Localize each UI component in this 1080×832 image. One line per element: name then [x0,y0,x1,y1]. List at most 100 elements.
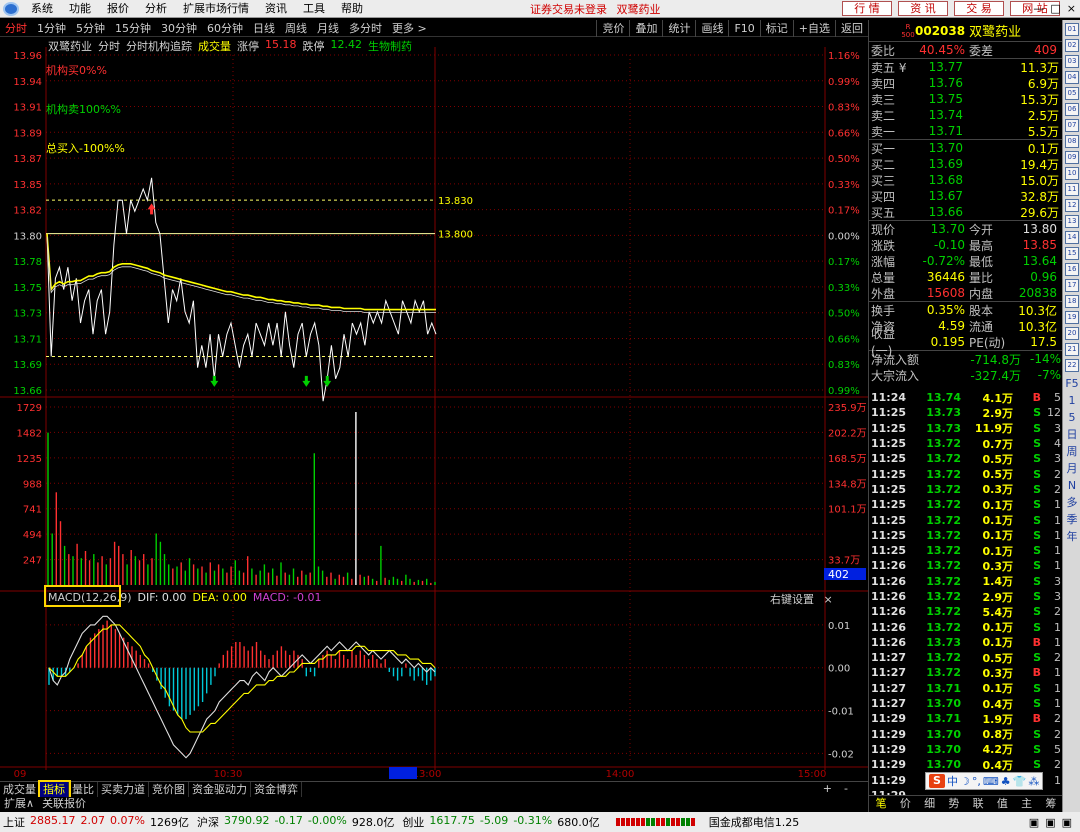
tab-volume[interactable]: 成交量 [0,782,40,797]
trade-button[interactable]: 交 易 [954,1,1004,16]
tool-auction[interactable]: 竞价 [596,19,629,37]
side-tool-icon[interactable]: 11 [1065,183,1079,196]
maximize-icon[interactable]: □ [1050,2,1060,15]
side-tool-icon[interactable]: 17 [1065,279,1079,292]
panel-tab[interactable]: 值 [990,796,1014,812]
tick-list[interactable]: 11:24 13.74 4.1万 B 5 11:25 13.73 2.9万 S 12 11:25 13… [869,390,1063,803]
side-period-button[interactable]: 多 [1063,494,1080,511]
minimize-icon[interactable]: — [1033,2,1044,15]
ime-toolbar[interactable]: S 中 ☽ °, ⌨ ♣ 👕 ⁂ [925,772,1044,790]
zoom-out-icon[interactable]: - [844,782,848,795]
ime-item-icon[interactable]: 中 [947,773,958,789]
panel-tab[interactable]: 势 [942,796,966,812]
side-tool-icon[interactable]: 18 [1065,295,1079,308]
side-tool-icon[interactable]: 01 [1065,23,1079,36]
side-tool-icon[interactable]: 20 [1065,327,1079,340]
menu-extended-market[interactable]: 扩展市场行情 [175,0,257,18]
quote-field-row[interactable]: 涨幅 -0.72% 最低 13.64 [869,253,1062,269]
quote-field-row[interactable]: 收益(一) 0.195 PE(动) 17.5 [869,327,1062,358]
ime-item-icon[interactable]: °, [972,775,981,788]
bid-level[interactable]: 买二 13.69 19.4万 [869,156,1062,172]
quote-field-row[interactable]: 外盘 15608 内盘 20838 [869,285,1062,301]
side-period-button[interactable]: 季 [1063,511,1080,528]
ask-level[interactable]: 卖三 13.75 15.3万 [869,91,1062,107]
panel-tab[interactable]: 联 [966,796,990,812]
tool-back[interactable]: 返回 [835,19,868,37]
panel-tab[interactable]: 价 [893,796,917,812]
side-tool-icon[interactable]: 07 [1065,119,1079,132]
news-button[interactable]: 资 讯 [898,1,948,16]
ask-level[interactable]: 卖五 ¥ 13.77 11.3万 [869,59,1062,75]
status-icon-2[interactable]: ▣ [1045,816,1055,829]
ask-level[interactable]: 卖四 13.76 6.9万 [869,75,1062,91]
panel-tab[interactable]: 细 [918,796,942,812]
menu-analysis[interactable]: 分析 [137,0,175,18]
side-tool-icon[interactable]: 05 [1065,87,1079,100]
tab-capital-game[interactable]: 资金博弈 [251,782,302,797]
side-period-button[interactable]: N [1063,477,1080,494]
period-more[interactable]: 更多 > [387,20,432,37]
zoom-in-icon[interactable]: + [823,782,832,795]
period-weekly[interactable]: 周线 [280,20,312,37]
quote-field-row[interactable]: 现价 13.70 今开 13.80 [869,221,1062,237]
tool-f10[interactable]: F10 [728,19,759,37]
side-period-button[interactable]: 1 [1063,392,1080,409]
ime-item-icon[interactable]: ☽ [960,775,970,788]
period-1min[interactable]: 1分钟 [32,20,71,37]
menu-help[interactable]: 帮助 [333,0,371,18]
side-tool-icon[interactable]: 10 [1065,167,1079,180]
menu-function[interactable]: 功能 [61,0,99,18]
tab-indicator[interactable]: 指标 [38,780,71,799]
sector-label[interactable]: 生物制药 [368,38,412,54]
side-period-button[interactable]: 5 [1063,409,1080,426]
tool-mark[interactable]: 标记 [759,19,793,37]
panel-tab[interactable]: 笔 [869,796,893,812]
side-tool-icon[interactable]: 14 [1065,231,1079,244]
side-tool-icon[interactable]: 08 [1065,135,1079,148]
menu-quote[interactable]: 报价 [99,0,137,18]
bid-level[interactable]: 买五 13.66 29.6万 [869,204,1062,220]
status-icon-1[interactable]: ▣ [1029,816,1039,829]
tab-auction-chart[interactable]: 竞价图 [149,782,189,797]
side-tool-icon[interactable]: 02 [1065,39,1079,52]
side-tool-icon[interactable]: 22 [1065,359,1079,372]
quote-button[interactable]: 行 情 [842,1,892,16]
quote-field-row[interactable]: 换手 0.35% 股本 10.3亿 [869,302,1062,318]
tool-add-watchlist[interactable]: +自选 [792,19,835,37]
menu-info[interactable]: 资讯 [257,0,295,18]
period-15min[interactable]: 15分钟 [110,20,156,37]
chart-tracker[interactable]: 分时机构追踪 [126,38,192,54]
status-icon-3[interactable]: ▣ [1062,816,1072,829]
side-tool-icon[interactable]: 09 [1065,151,1079,164]
bid-level[interactable]: 买三 13.68 15.0万 [869,172,1062,188]
side-tool-icon[interactable]: 19 [1065,311,1079,324]
side-tool-icon[interactable]: 21 [1065,343,1079,356]
tab-volume-ratio[interactable]: 量比 [69,782,98,797]
side-period-button[interactable]: 日 [1063,426,1080,443]
period-multi-day[interactable]: 多分时 [344,20,387,37]
ime-item-icon[interactable]: ⁂ [1028,775,1039,788]
index-hs300[interactable]: 沪深 3790.92 -0.17 -0.00% 928.0亿 [197,814,394,830]
side-tool-icon[interactable]: 13 [1065,215,1079,228]
menu-tools[interactable]: 工具 [295,0,333,18]
ime-item-icon[interactable]: ♣ [1001,775,1011,788]
panel-tab[interactable]: 筹 [1039,796,1063,812]
side-tool-icon[interactable]: 16 [1065,263,1079,276]
side-tool-icon[interactable]: 03 [1065,55,1079,68]
index-shanghai[interactable]: 上证 2885.17 2.07 0.07% 1269亿 [3,814,189,830]
tab-buy-sell-power[interactable]: 买卖力道 [98,782,149,797]
quote-field-row[interactable]: 涨跌 -0.10 最高 13.85 [869,237,1062,253]
tab-capital-drive[interactable]: 资金驱动力 [189,782,251,797]
bid-level[interactable]: 买一 13.70 0.1万 [869,140,1062,156]
ask-level[interactable]: 卖二 13.74 2.5万 [869,107,1062,123]
tool-draw[interactable]: 画线 [695,19,728,37]
side-tool-icon[interactable]: 15 [1065,247,1079,260]
tool-stats[interactable]: 统计 [662,19,695,37]
period-monthly[interactable]: 月线 [312,20,344,37]
side-period-button[interactable]: 周 [1063,443,1080,460]
side-period-button[interactable]: F5 [1063,375,1080,392]
panel-tab[interactable]: 主 [1015,796,1039,812]
side-tool-icon[interactable]: 12 [1065,199,1079,212]
right-click-settings[interactable]: 右键设置 × [770,591,833,607]
close-icon[interactable]: × [824,593,833,606]
